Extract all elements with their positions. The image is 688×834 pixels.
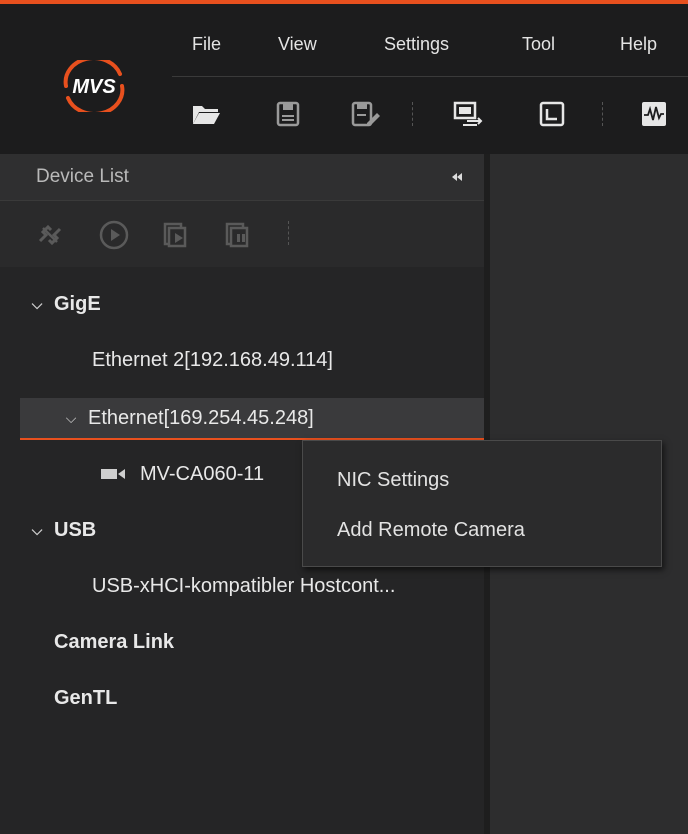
- tree-label: Camera Link: [54, 630, 175, 653]
- record-icon[interactable]: [160, 219, 192, 251]
- chevron-down-icon[interactable]: ⌵: [30, 296, 44, 313]
- menu-view[interactable]: View: [278, 34, 317, 55]
- tree-node-ethernet[interactable]: ⌵ Ethernet[169.254.45.248]: [20, 398, 528, 440]
- save-icon: [276, 101, 300, 127]
- play-icon[interactable]: [98, 219, 130, 251]
- open-button[interactable]: [188, 96, 224, 132]
- save-as-button[interactable]: [348, 96, 384, 132]
- open-folder-icon: [193, 106, 220, 124]
- chevron-down-icon[interactable]: ⌵: [64, 410, 78, 427]
- tree-label: Ethernet 2[192.168.49.114]: [92, 348, 333, 371]
- menu-settings[interactable]: Settings: [384, 34, 449, 55]
- save-button[interactable]: [270, 96, 306, 132]
- tree-node-gentl[interactable]: GenTL: [0, 678, 538, 718]
- toolbar-separator: [288, 221, 290, 245]
- context-item-nic-settings[interactable]: NIC Settings: [337, 469, 449, 492]
- waveform-button[interactable]: [636, 96, 672, 132]
- header: MVS File View Settings Tool Help: [0, 4, 688, 154]
- device-switch-button[interactable]: [450, 96, 486, 132]
- tree-label: USB: [54, 518, 97, 541]
- menu-divider: [172, 76, 688, 77]
- pause-grab-icon[interactable]: [222, 219, 254, 251]
- device-list-header: Device List: [0, 154, 484, 201]
- device-toolbar: [0, 201, 484, 267]
- context-item-add-remote-camera[interactable]: Add Remote Camera: [337, 519, 525, 542]
- mvs-logo: MVS: [63, 60, 125, 112]
- mvs-app-window: MVS File View Settings Tool Help Device …: [0, 0, 688, 834]
- tree-label: Ethernet[169.254.45.248]: [88, 406, 314, 429]
- fullscreen-button[interactable]: [534, 96, 570, 132]
- context-menu: NIC Settings Add Remote Camera: [302, 440, 662, 567]
- tree-label: GigE: [54, 292, 101, 315]
- camera-icon: [101, 469, 125, 479]
- toolbar-separator: [412, 102, 414, 126]
- save-as-icon: [351, 101, 380, 127]
- collapse-panel-icon[interactable]: [448, 168, 466, 186]
- menu-tool[interactable]: Tool: [522, 34, 555, 55]
- main-toolbar: [172, 92, 688, 136]
- toolbar-separator: [602, 102, 604, 126]
- tree-label: GenTL: [54, 686, 118, 709]
- svg-text:MVS: MVS: [72, 76, 116, 98]
- menu-file[interactable]: File: [192, 34, 221, 55]
- tree-node-gige[interactable]: ⌵ GigE: [0, 284, 514, 324]
- panel-title: Device List: [36, 166, 129, 187]
- chevron-down-icon[interactable]: ⌵: [30, 522, 44, 539]
- tree-node-camera-link[interactable]: Camera Link: [0, 622, 538, 662]
- menu-help[interactable]: Help: [620, 34, 657, 55]
- device-switch-icon: [453, 101, 483, 126]
- disconnect-icon[interactable]: [34, 219, 66, 251]
- fullscreen-icon: [539, 101, 565, 127]
- waveform-icon: [642, 102, 666, 126]
- tree-label: USB-xHCI-kompatibler Hostcont...: [92, 574, 396, 597]
- tree-label: MV-CA060-11: [140, 462, 265, 485]
